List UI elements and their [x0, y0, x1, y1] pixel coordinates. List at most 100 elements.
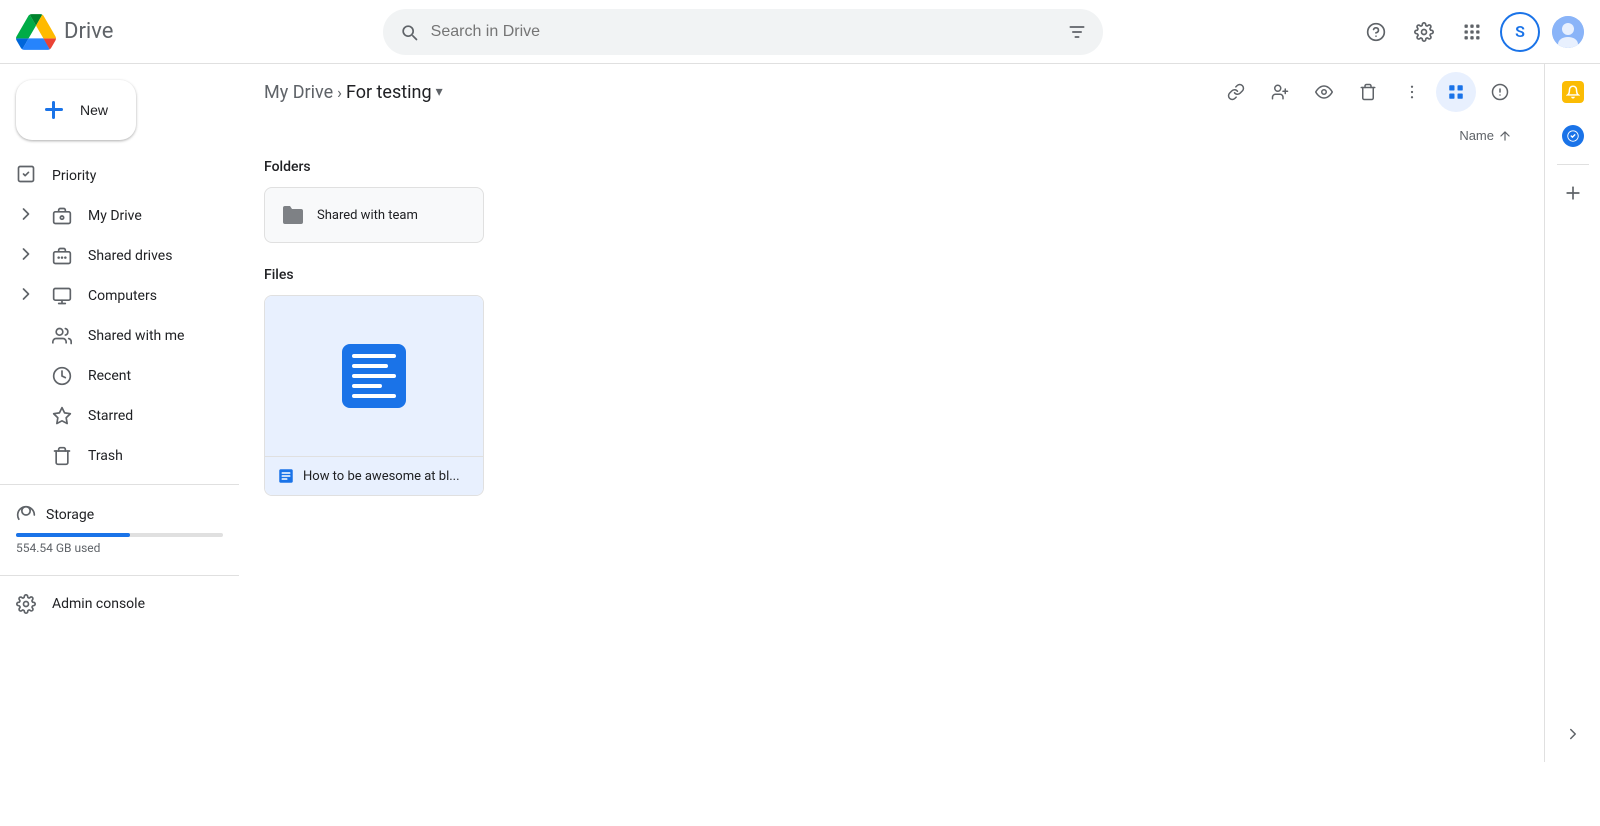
priority-icon [16, 164, 36, 189]
app-title: Drive [64, 19, 113, 44]
workspace-avatar[interactable]: S [1500, 12, 1540, 52]
computers-label: Computers [88, 288, 157, 304]
search-area [383, 9, 1103, 55]
sort-row: Name [240, 120, 1544, 151]
storage-label: Storage [46, 507, 94, 523]
delete-button[interactable] [1348, 72, 1388, 112]
plus-icon [40, 96, 68, 124]
shared-drives-icon [52, 246, 72, 266]
recent-label: Recent [88, 368, 131, 384]
user-avatar[interactable] [1552, 16, 1584, 48]
search-box[interactable] [383, 9, 1103, 55]
drive-logo-icon [16, 12, 56, 52]
new-button-label: New [80, 102, 108, 118]
folder-name: Shared with team [317, 208, 418, 223]
shared-drives-expand-icon [16, 244, 36, 269]
new-button[interactable]: New [16, 80, 136, 140]
storage-fill [16, 533, 130, 537]
folder-card[interactable]: Shared with team [264, 187, 484, 243]
main-layout: New Priority My Dr [0, 64, 1600, 762]
breadcrumb-current[interactable]: For testing ▾ [346, 82, 443, 103]
notifications-button[interactable] [1553, 72, 1593, 112]
preview-line-5 [352, 394, 396, 398]
storage-used-text: 554.54 GB used [16, 541, 223, 555]
expand-panel-button[interactable] [1553, 714, 1593, 754]
my-drive-icon [52, 206, 72, 226]
storage-bar [16, 533, 223, 537]
notification-badge [1562, 81, 1584, 103]
help-button[interactable] [1356, 12, 1396, 52]
tasks-button[interactable] [1553, 116, 1593, 156]
admin-label: Admin console [52, 596, 145, 612]
info-button[interactable] [1480, 72, 1520, 112]
sidebar-item-shared-with-me[interactable]: Shared with me [0, 316, 227, 356]
sidebar-divider [0, 484, 239, 485]
file-preview [265, 296, 483, 456]
logo-area: Drive [16, 12, 256, 52]
sidebar-divider-2 [0, 575, 239, 576]
admin-icon [16, 594, 36, 614]
file-preview-lines [344, 346, 404, 406]
search-options-icon[interactable] [1067, 22, 1087, 42]
file-name-row: How to be awesome at bl... [265, 456, 483, 495]
copy-link-button[interactable] [1216, 72, 1256, 112]
recent-icon [52, 366, 72, 386]
folders-section: Folders Shared with team [240, 151, 1544, 259]
my-drive-label: My Drive [88, 208, 142, 224]
file-card[interactable]: How to be awesome at bl... [264, 295, 484, 496]
shared-with-me-label: Shared with me [88, 328, 184, 344]
breadcrumb-parent[interactable]: My Drive [264, 82, 333, 103]
sort-button[interactable]: Name [1451, 124, 1520, 147]
preview-line-3 [352, 374, 396, 378]
settings-button[interactable] [1404, 12, 1444, 52]
share-button[interactable] [1260, 72, 1300, 112]
right-panel [1544, 64, 1600, 762]
sidebar-item-my-drive[interactable]: My Drive [0, 196, 227, 236]
right-panel-divider [1557, 164, 1589, 165]
files-section-title: Files [264, 267, 1520, 283]
preview-line-2 [352, 364, 388, 368]
expand-panel-area [1553, 714, 1593, 754]
sidebar-item-computers[interactable]: Computers [0, 276, 227, 316]
more-options-button[interactable] [1392, 72, 1432, 112]
sidebar: New Priority My Dr [0, 64, 240, 762]
folder-icon [281, 203, 305, 227]
breadcrumb-separator: › [337, 83, 342, 102]
shared-drives-label: Shared drives [88, 248, 172, 264]
sidebar-item-priority[interactable]: Priority [0, 156, 227, 196]
preview-button[interactable] [1304, 72, 1344, 112]
sidebar-item-trash[interactable]: Trash [0, 436, 227, 476]
add-panel-button[interactable] [1553, 173, 1593, 213]
apps-button[interactable] [1452, 12, 1492, 52]
content-actions [1216, 72, 1520, 112]
content-area: My Drive › For testing ▾ [240, 64, 1544, 762]
preview-line-1 [352, 354, 396, 358]
sidebar-item-starred[interactable]: Starred [0, 396, 227, 436]
shared-with-me-icon [52, 326, 72, 346]
tasks-badge [1562, 125, 1584, 147]
search-input[interactable] [431, 23, 1055, 41]
sidebar-item-admin[interactable]: Admin console [0, 584, 227, 624]
breadcrumb: My Drive › For testing ▾ [264, 82, 443, 103]
computers-icon [52, 286, 72, 306]
storage-icon [16, 505, 36, 525]
file-name: How to be awesome at bl... [303, 469, 460, 484]
sidebar-item-recent[interactable]: Recent [0, 356, 227, 396]
search-icon [399, 22, 419, 42]
starred-label: Starred [88, 408, 133, 424]
trash-label: Trash [88, 448, 123, 464]
sidebar-item-shared-drives[interactable]: Shared drives [0, 236, 227, 276]
folder-grid: Shared with team [264, 187, 1520, 243]
breadcrumb-current-label: For testing [346, 82, 432, 103]
header-actions: S [1356, 12, 1584, 52]
sort-label: Name [1459, 128, 1494, 143]
starred-icon [52, 406, 72, 426]
folders-section-title: Folders [264, 159, 1520, 175]
preview-line-4 [352, 384, 382, 388]
files-grid: How to be awesome at bl... [264, 295, 1520, 496]
my-drive-expand-icon [16, 204, 36, 229]
trash-icon [52, 446, 72, 466]
file-preview-icon [342, 344, 406, 408]
app-header: Drive [0, 0, 1600, 64]
view-toggle-button[interactable] [1436, 72, 1476, 112]
